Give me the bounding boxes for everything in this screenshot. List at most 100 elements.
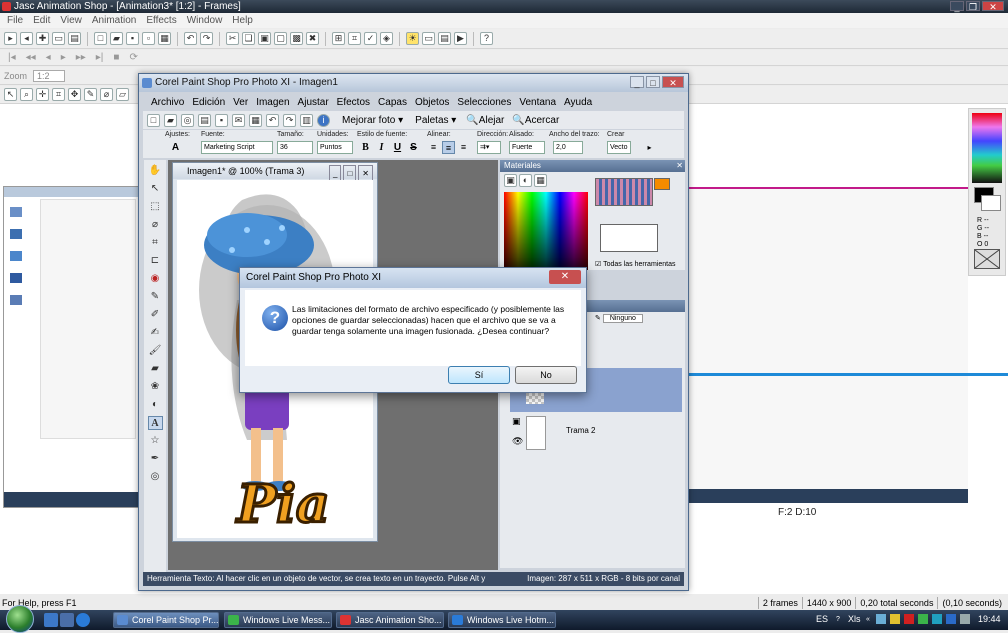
zoom-select[interactable]: 1:2 [33,69,65,82]
toolbar-tool-icon[interactable]: ▤ [68,32,81,45]
italic-button[interactable]: I [375,141,388,154]
yes-button[interactable]: Sí [448,366,510,384]
menu-window[interactable]: Window [182,15,228,26]
tray-app-icon[interactable] [890,614,900,624]
psp-redo-icon[interactable]: ↷ [283,113,296,127]
taskbar-button-jasc[interactable]: Jasc Animation Sho... [336,612,444,628]
psp-history-icon[interactable]: ▥ [300,113,313,127]
eraser-tool-icon[interactable]: ▱ [116,88,129,101]
color-palette[interactable]: R -- G -- B -- O 0 [968,108,1006,276]
zoom-tool-icon[interactable]: ⌕ [20,88,33,101]
psp-menu-objetos[interactable]: Objetos [411,97,453,108]
menu-effects[interactable]: Effects [141,15,181,26]
text-preset-icon[interactable]: A [169,141,182,154]
red-eye-tool-icon[interactable]: ◉ [148,272,163,286]
align-left-icon[interactable]: ≡ [427,141,440,154]
underline-button[interactable]: U [391,141,404,154]
paletas-button[interactable]: Paletas ▾ [415,115,456,126]
tamano-select[interactable]: 36 [277,141,313,154]
previous-frame-icon[interactable]: ◂◂ [26,52,36,63]
materials-tab-frame-icon[interactable]: ▣ [504,174,517,187]
no-button[interactable]: No [515,366,577,384]
open-folder-icon[interactable]: ▰ [110,32,123,45]
menu-animation[interactable]: Animation [87,15,141,26]
strikethrough-button[interactable]: S [407,141,420,154]
dropper-tool-icon[interactable]: ⌀ [100,88,113,101]
mover-tool-icon[interactable]: ✥ [68,88,81,101]
psp-menu-ver[interactable]: Ver [229,97,252,108]
arrow-tool-icon[interactable]: ↖ [4,88,17,101]
first-frame-icon[interactable]: |◂ [8,52,16,63]
minimize-button[interactable]: _ [950,1,964,12]
lighten-tool-icon[interactable]: ✐ [148,308,163,322]
undo-icon[interactable]: ↶ [184,32,197,45]
brush-tool-icon[interactable]: ✎ [84,88,97,101]
language-indicator[interactable]: ES [816,614,828,624]
new-file-icon[interactable]: □ [94,32,107,45]
print-icon[interactable]: ▦ [158,32,171,45]
optimize-icon[interactable]: ◈ [380,32,393,45]
view-animation-icon[interactable]: ▶ [454,32,467,45]
background-swatch[interactable] [981,195,1001,211]
play-icon[interactable]: ▸ [61,52,66,63]
tray-volume-icon[interactable] [960,614,970,624]
psp-save-icon[interactable]: ▪ [215,113,228,127]
tray-network-icon[interactable] [876,614,886,624]
redo-icon[interactable]: ↷ [200,32,213,45]
alisado-select[interactable]: Fuerte [509,141,545,154]
language-chevron-icon[interactable]: ? [836,616,840,623]
switch-windows-icon[interactable] [60,613,74,627]
crop-icon[interactable]: ⌗ [348,32,361,45]
bold-button[interactable]: B [359,141,372,154]
fuente-select[interactable]: Marketing Script [201,141,273,154]
foreground-material[interactable] [595,178,653,206]
paste-icon[interactable]: ▣ [258,32,271,45]
blend-none-select[interactable]: ✎ Ninguno [595,314,643,323]
flood-fill-icon[interactable]: ◐ [148,398,163,412]
alejar-button[interactable]: 🔍Alejar [466,115,504,126]
psp-minimize-button[interactable]: _ [630,76,644,88]
toolbar-tool-icon[interactable]: ✚ [36,32,49,45]
all-tools-checkbox[interactable]: ☑ Todas las herramientas [595,260,675,268]
psp-menu-capas[interactable]: Capas [374,97,411,108]
copy-icon[interactable]: ❏ [242,32,255,45]
crop-tool-icon[interactable]: ⌗ [148,236,163,250]
menu-view[interactable]: View [55,15,87,26]
preset-shape-icon[interactable]: ☆ [148,434,163,448]
align-center-icon[interactable]: ≡ [442,141,455,154]
crop-tool-icon[interactable]: ⌗ [52,88,65,101]
close-button[interactable]: ✕ [982,1,1004,12]
align-right-icon[interactable]: ≡ [457,141,470,154]
toolbar-tool-icon[interactable]: ◂ [20,32,33,45]
eraser-tool-icon[interactable]: ▰ [148,362,163,376]
psp-new-icon[interactable]: □ [147,113,160,127]
dropper-tool-icon[interactable]: ⌀ [148,218,163,232]
psp-info-icon[interactable]: i [317,113,330,127]
menu-help[interactable]: Help [227,15,258,26]
taskbar-button-hotmail[interactable]: Windows Live Hotm... [448,612,556,628]
delete-icon[interactable]: ✖ [306,32,319,45]
text-tool-icon[interactable]: A [147,416,163,430]
play-back-icon[interactable]: ◂ [46,52,51,63]
layer-group-icon[interactable]: ▣ [512,416,521,427]
psp-open-icon[interactable]: ▰ [164,113,177,127]
foreground-color-swatch[interactable] [654,178,670,190]
psp-menu-ventana[interactable]: Ventana [515,97,560,108]
tray-expand-icon[interactable]: « [866,616,870,623]
psp-close-button[interactable]: ✕ [662,76,684,88]
psp-undo-icon[interactable]: ↶ [266,113,279,127]
psp-print-icon[interactable]: ▦ [249,113,262,127]
psp-menu-edicion[interactable]: Edición [188,97,229,108]
materials-tab-swatches-icon[interactable]: ▦ [534,174,547,187]
color-gradient[interactable] [972,113,1002,183]
help-icon[interactable]: ? [480,32,493,45]
frame-thumbnail-right[interactable] [688,187,968,503]
dialog-close-button[interactable]: ✕ [549,270,581,284]
frames-icon[interactable]: ▤ [438,32,451,45]
brush-tool-icon[interactable]: 🖌 [148,344,163,358]
options-scroll-right-icon[interactable]: ▸ [643,141,656,154]
tray-security-icon[interactable] [932,614,942,624]
clone-tool-icon[interactable]: ✎ [148,290,163,304]
tray-antivirus-icon[interactable] [904,614,914,624]
psp-menu-ajustar[interactable]: Ajustar [294,97,333,108]
